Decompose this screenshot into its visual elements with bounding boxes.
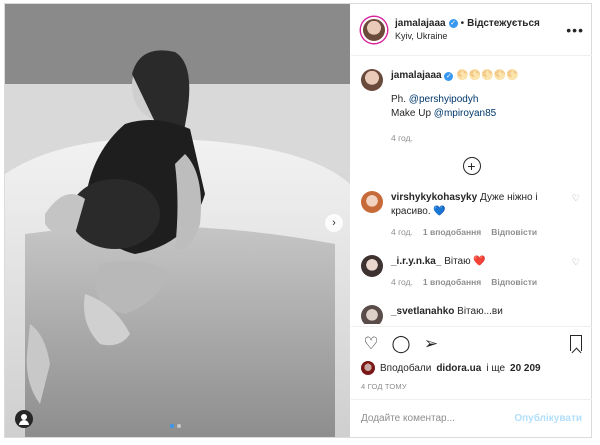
comment-icon[interactable]: ◯ <box>391 335 411 352</box>
comment-input[interactable] <box>361 413 515 424</box>
location-link[interactable]: Kyiv, Ukraine <box>395 31 540 41</box>
photographer-mention[interactable]: @pershyipodyh <box>409 94 479 105</box>
post-modal: › jamalajaaa ✓ • Відстежується Kyiv, Ukr… <box>4 3 592 438</box>
verified-icon: ✓ <box>444 72 454 81</box>
comment-item: virshykykohasyky Дуже ніжно і красиво. 💙… <box>361 191 582 239</box>
avatar[interactable] <box>361 361 375 375</box>
reply-button[interactable]: Відповісти <box>491 225 537 239</box>
comment-emoji: 💙 <box>433 206 446 217</box>
comment-emoji: ❤️ <box>473 256 486 267</box>
more-options-icon[interactable]: ••• <box>566 22 584 38</box>
avatar[interactable] <box>361 191 383 213</box>
load-more-comments-button[interactable]: + <box>462 157 481 175</box>
share-icon[interactable]: ➢ <box>421 335 441 352</box>
caption-emojis: 🌕🌕🌕🌕🌕 <box>456 70 519 81</box>
comment-time[interactable]: 4 год. <box>391 225 413 239</box>
publish-button[interactable]: Опублікувати <box>514 413 582 424</box>
follow-status-button[interactable]: Відстежується <box>467 18 540 29</box>
caption-time[interactable]: 4 год. <box>391 131 518 145</box>
comment-text: Вітаю...ви <box>457 306 503 317</box>
comment-text: Вітаю <box>444 256 471 267</box>
comment-like-icon[interactable]: ♡ <box>572 257 580 268</box>
post-sidebar: jamalajaaa ✓ • Відстежується Kyiv, Ukrai… <box>351 4 592 437</box>
likes-and: і ще <box>486 362 506 374</box>
chevron-right-icon: › <box>332 217 336 229</box>
comment-like-icon[interactable]: ♡ <box>572 193 580 204</box>
post-photo[interactable]: › <box>5 4 350 437</box>
comment-username[interactable]: _i.r.y.n.ka_ <box>391 256 441 267</box>
next-photo-button[interactable]: › <box>325 214 343 232</box>
makeup-mention[interactable]: @mpiroyan85 <box>434 108 496 119</box>
comments-list[interactable]: jamalajaaa ✓ 🌕🌕🌕🌕🌕 Ph. @pershyipodyh Mak… <box>351 57 592 324</box>
post-actions-bar: ♡ ◯ ➢ <box>351 326 592 360</box>
post-time-ago[interactable]: 4 ГОД ТОМУ <box>361 382 407 391</box>
comment-username[interactable]: virshykykohasyky <box>391 192 477 203</box>
makeup-label: Make Up <box>391 108 432 119</box>
bookmark-icon[interactable] <box>570 335 582 351</box>
verified-icon: ✓ <box>448 19 458 28</box>
carousel-dots <box>170 424 181 428</box>
plus-circle-icon: + <box>467 158 476 174</box>
comment-username[interactable]: _svetlanahko <box>391 306 454 317</box>
comment-likes[interactable]: 1 вподобання <box>423 275 481 289</box>
carousel-dot <box>170 424 174 428</box>
post-caption: jamalajaaa ✓ 🌕🌕🌕🌕🌕 Ph. @pershyipodyh Mak… <box>361 69 582 145</box>
reply-button[interactable]: Відповісти <box>491 275 537 289</box>
likes-count[interactable]: 20 209 <box>510 363 541 374</box>
carousel-dot <box>177 424 181 428</box>
caption-username[interactable]: jamalajaaa <box>391 70 442 81</box>
author-username[interactable]: jamalajaaa <box>395 18 446 29</box>
comment-item: _i.r.y.n.ka_ Вітаю ❤️ 4 год. 1 вподобанн… <box>361 255 582 289</box>
avatar[interactable] <box>361 255 383 277</box>
photographer-label: Ph. <box>391 94 407 105</box>
photo-illustration <box>5 4 350 437</box>
user-tag-icon[interactable] <box>15 410 33 428</box>
post-header: jamalajaaa ✓ • Відстежується Kyiv, Ukrai… <box>351 4 592 56</box>
likes-summary: Вподобали didora.ua і ще 20 209 <box>361 361 541 375</box>
heart-icon[interactable]: ♡ <box>361 335 381 352</box>
avatar[interactable] <box>361 16 387 43</box>
add-comment-bar: Опублікувати <box>351 399 592 437</box>
likes-prefix: Вподобали <box>380 362 432 374</box>
avatar[interactable] <box>361 69 383 91</box>
comment-time[interactable]: 4 год. <box>391 275 413 289</box>
separator-dot: • <box>460 18 465 29</box>
comment-likes[interactable]: 1 вподобання <box>423 225 481 239</box>
comment-item: _svetlanahko Вітаю...ви <box>361 305 582 324</box>
avatar[interactable] <box>361 305 383 324</box>
liker-username[interactable]: didora.ua <box>436 363 481 374</box>
